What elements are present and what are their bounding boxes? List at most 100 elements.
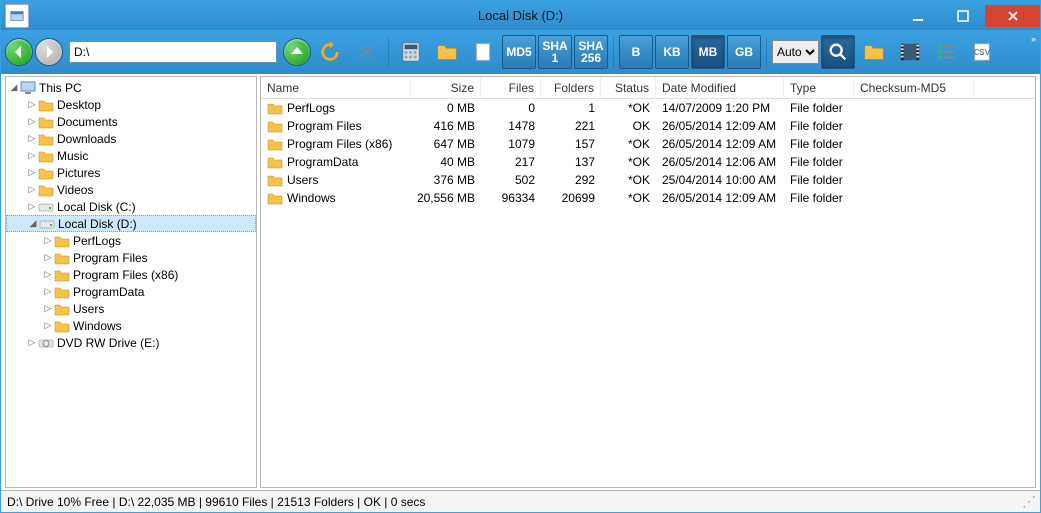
table-cell: 1478: [481, 119, 541, 133]
unit-mb-button[interactable]: MB: [691, 35, 725, 69]
column-header[interactable]: Name: [261, 77, 411, 99]
tree-item[interactable]: ◢Local Disk (D:): [6, 215, 256, 232]
table-cell: 25/04/2014 10:00 AM: [656, 173, 784, 187]
tree-twisty[interactable]: ▷: [26, 337, 38, 349]
table-row[interactable]: Windows20,556 MB9633420699*OK26/05/2014 …: [261, 189, 1035, 207]
tree-item[interactable]: ▷ProgramData: [6, 283, 256, 300]
tree-twisty[interactable]: ▷: [26, 99, 38, 111]
window-title: Local Disk (D:): [478, 8, 563, 23]
unit-kb-button[interactable]: KB: [655, 35, 689, 69]
open-folder-button[interactable]: [430, 35, 464, 69]
sha256-button[interactable]: SHA256: [574, 35, 608, 69]
column-header[interactable]: Folders: [541, 77, 601, 99]
tree-label: Documents: [57, 115, 118, 129]
minimize-button[interactable]: [895, 5, 940, 27]
folder-icon: [54, 284, 70, 300]
tree-label: Music: [57, 149, 88, 163]
tree-item[interactable]: ▷Downloads: [6, 130, 256, 147]
folder-icon: [267, 173, 283, 187]
column-header[interactable]: Type: [784, 77, 854, 99]
tree-twisty[interactable]: ▷: [26, 150, 38, 162]
column-header[interactable]: Files: [481, 77, 541, 99]
tree-twisty[interactable]: ▷: [42, 269, 54, 281]
forward-button[interactable]: [35, 38, 63, 66]
status-text: D:\ Drive 10% Free | D:\ 22,035 MB | 996…: [7, 495, 425, 509]
table-row[interactable]: Program Files (x86)647 MB1079157*OK26/05…: [261, 135, 1035, 153]
sha1-button[interactable]: SHA1: [538, 35, 572, 69]
tree-twisty[interactable]: ▷: [42, 320, 54, 332]
path-box[interactable]: [69, 41, 277, 63]
tree-twisty[interactable]: ▷: [26, 184, 38, 196]
tree-item[interactable]: ▷Program Files: [6, 249, 256, 266]
tree-twisty[interactable]: ◢: [27, 218, 39, 230]
tree-item[interactable]: ▷Pictures: [6, 164, 256, 181]
app-icon: [5, 4, 29, 28]
table-cell: *OK: [601, 155, 656, 169]
column-header[interactable]: Date Modified: [656, 77, 784, 99]
stop-button[interactable]: [349, 35, 383, 69]
tree-label: This PC: [39, 81, 82, 95]
tree-twisty[interactable]: ▷: [26, 167, 38, 179]
maximize-button[interactable]: [940, 5, 985, 27]
folder-icon: [38, 131, 54, 147]
close-button[interactable]: [985, 5, 1040, 27]
tree-item[interactable]: ▷PerfLogs: [6, 232, 256, 249]
resize-grip-icon[interactable]: ⋰: [1022, 493, 1034, 510]
column-header[interactable]: Checksum-MD5: [854, 77, 974, 99]
tree-twisty[interactable]: ▷: [42, 235, 54, 247]
table-cell: 26/05/2014 12:09 AM: [656, 137, 784, 151]
view-folder-button[interactable]: [857, 35, 891, 69]
tree-item[interactable]: ▷ Music: [6, 147, 256, 164]
refresh-button[interactable]: [313, 35, 347, 69]
csv-button[interactable]: csv: [965, 35, 999, 69]
table-row[interactable]: Users376 MB502292*OK25/04/2014 10:00 AMF…: [261, 171, 1035, 189]
tree-twisty[interactable]: ▷: [42, 286, 54, 298]
tree-twisty[interactable]: ▷: [26, 116, 38, 128]
table-cell: *OK: [601, 101, 656, 115]
table-row[interactable]: PerfLogs0 MB01*OK14/07/2009 1:20 PMFile …: [261, 99, 1035, 117]
table-cell: 376 MB: [411, 173, 481, 187]
tree-twisty[interactable]: ◢: [8, 82, 20, 94]
tree-twisty[interactable]: ▷: [42, 252, 54, 264]
tree-item[interactable]: ▷Program Files (x86): [6, 266, 256, 283]
tree-twisty[interactable]: ▷: [26, 133, 38, 145]
table-cell: File folder: [784, 173, 854, 187]
table-cell: 26/05/2014 12:09 AM: [656, 191, 784, 205]
calculator-button[interactable]: [394, 35, 428, 69]
tree-item[interactable]: ▷ Documents: [6, 113, 256, 130]
table-cell: File folder: [784, 155, 854, 169]
table-row[interactable]: ProgramData40 MB217137*OK26/05/2014 12:0…: [261, 153, 1035, 171]
toolbar-overflow-icon[interactable]: »: [1031, 34, 1036, 44]
column-headers[interactable]: NameSizeFilesFoldersStatusDate ModifiedT…: [261, 77, 1035, 99]
table-cell: OK: [601, 119, 656, 133]
tree-item[interactable]: ▷Videos: [6, 181, 256, 198]
auto-select[interactable]: Auto: [772, 40, 819, 64]
folder-icon: [267, 191, 283, 205]
tree-item[interactable]: ▷Users: [6, 300, 256, 317]
table-cell: 416 MB: [411, 119, 481, 133]
unit-b-button[interactable]: B: [619, 35, 653, 69]
film-icon[interactable]: [893, 35, 927, 69]
column-header[interactable]: Size: [411, 77, 481, 99]
file-list[interactable]: NameSizeFilesFoldersStatusDate ModifiedT…: [260, 76, 1036, 488]
table-cell: 26/05/2014 12:09 AM: [656, 119, 784, 133]
tree-root[interactable]: ◢ This PC: [6, 79, 256, 96]
list-view-button[interactable]: [929, 35, 963, 69]
unit-gb-button[interactable]: GB: [727, 35, 761, 69]
new-file-button[interactable]: [466, 35, 500, 69]
tree-twisty[interactable]: ▷: [26, 201, 38, 213]
tree-item[interactable]: ▷Desktop: [6, 96, 256, 113]
drive-icon: [39, 216, 55, 232]
folder-tree[interactable]: ◢ This PC ▷Desktop▷Documents▷Downloads▷M…: [5, 76, 257, 488]
column-header[interactable]: Status: [601, 77, 656, 99]
go-up-button[interactable]: [283, 38, 311, 66]
tree-item[interactable]: ▷Local Disk (C:): [6, 198, 256, 215]
tree-item[interactable]: ▷Windows: [6, 317, 256, 334]
tree-twisty[interactable]: ▷: [42, 303, 54, 315]
path-input[interactable]: [74, 45, 272, 59]
back-button[interactable]: [5, 38, 33, 66]
tree-item[interactable]: ▷DVD RW Drive (E:): [6, 334, 256, 351]
search-button[interactable]: [821, 35, 855, 69]
table-row[interactable]: Program Files416 MB1478221OK26/05/2014 1…: [261, 117, 1035, 135]
md5-button[interactable]: MD5: [502, 35, 536, 69]
